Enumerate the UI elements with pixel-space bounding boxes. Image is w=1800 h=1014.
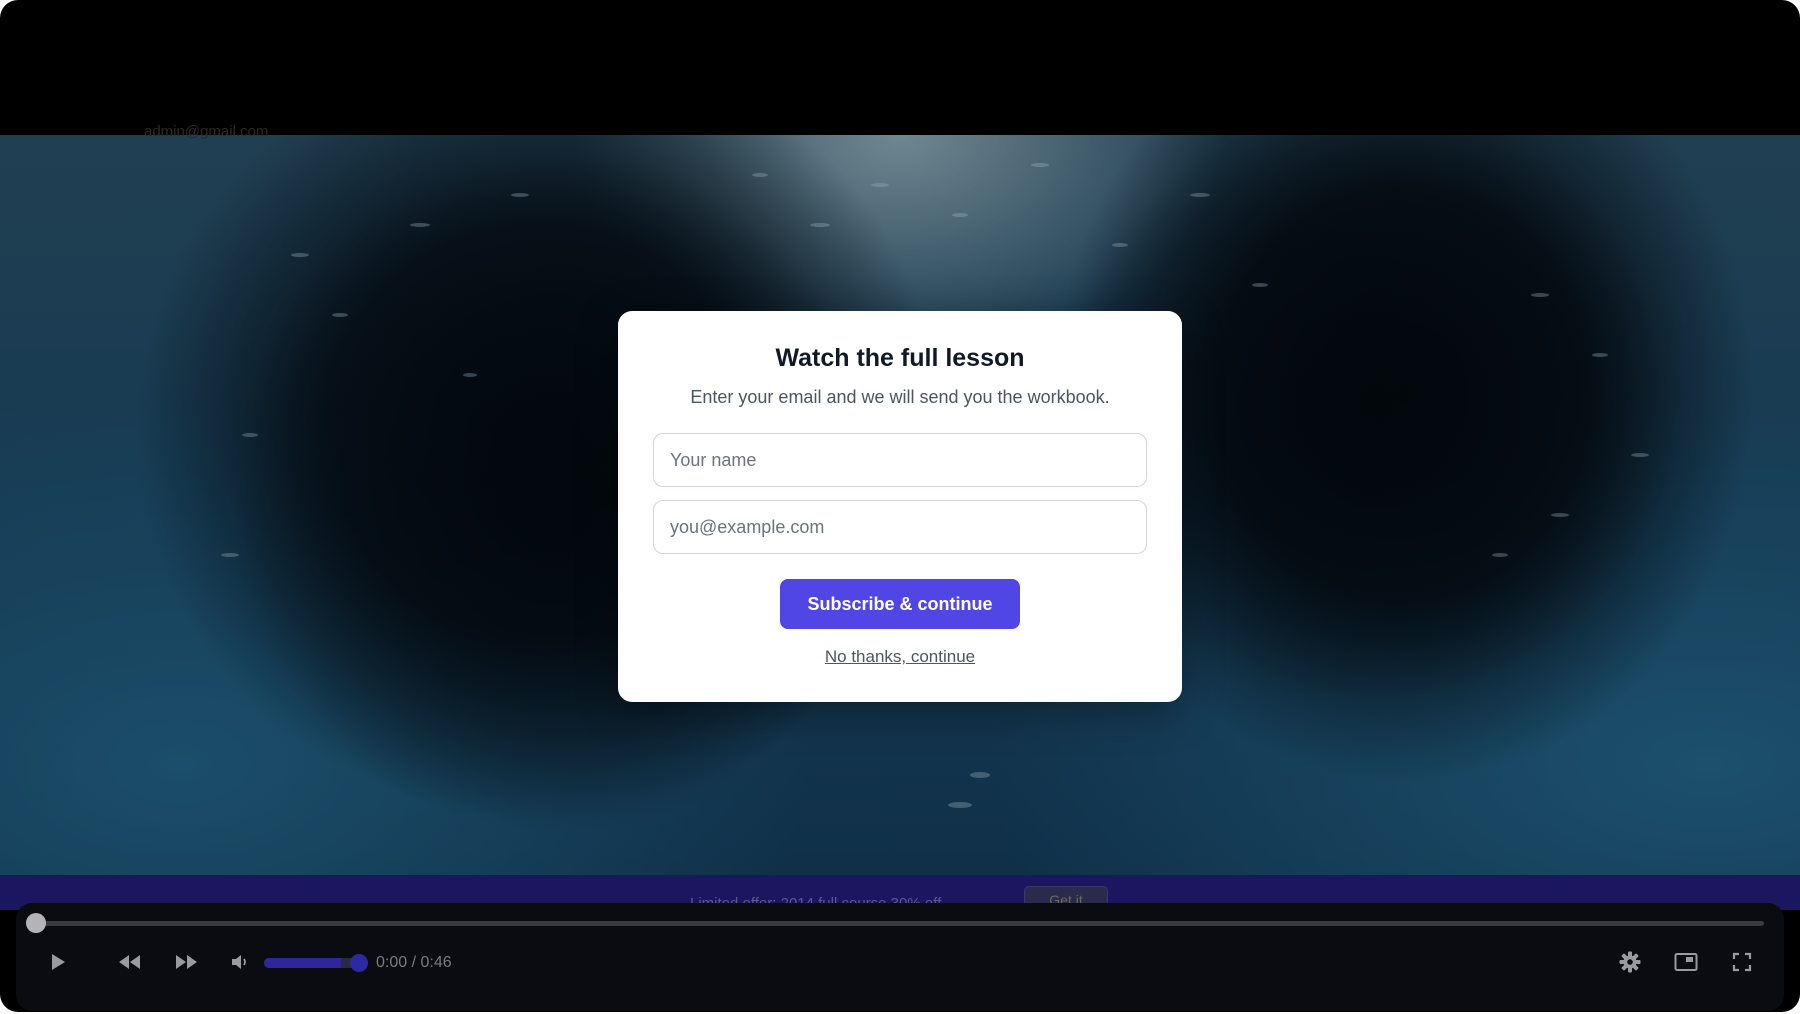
gear-icon	[1619, 951, 1641, 978]
modal-subtitle: Enter your email and we will send you th…	[690, 387, 1110, 407]
volume-fill	[264, 958, 341, 968]
video-player: admin@gmail.com Get it 0:00 / 0:46 Watch…	[0, 0, 1800, 1012]
user-email: admin@gmail.com	[144, 123, 269, 140]
fullscreen-button[interactable]	[1724, 946, 1760, 982]
no-thanks-link[interactable]: No thanks, continue	[825, 647, 975, 667]
time-display: 0:00 / 0:46	[376, 954, 452, 971]
progress-thumb[interactable]	[26, 913, 46, 933]
fast-forward-button[interactable]	[168, 946, 204, 982]
modal-title: Watch the full lesson	[775, 344, 1025, 372]
name-input[interactable]	[653, 433, 1147, 487]
play-button[interactable]	[40, 946, 76, 982]
email-input[interactable]	[653, 500, 1147, 554]
progress-bar[interactable]	[34, 921, 1764, 926]
volume-button[interactable]	[222, 946, 258, 982]
settings-button[interactable]	[1612, 946, 1648, 982]
miniplayer-button[interactable]	[1668, 946, 1704, 982]
rewind-icon	[118, 953, 142, 976]
subscribe-button[interactable]: Subscribe & continue	[780, 579, 1020, 629]
fast-forward-icon	[174, 953, 198, 976]
volume-thumb[interactable]	[350, 954, 368, 972]
volume-icon	[230, 953, 250, 976]
volume-slider[interactable]	[264, 958, 360, 968]
subscribe-modal: Watch the full lesson Enter your email a…	[618, 311, 1182, 702]
player-controls: 0:00 / 0:46	[16, 903, 1784, 1011]
miniplayer-icon	[1674, 952, 1698, 977]
fullscreen-icon	[1732, 952, 1752, 977]
play-icon	[49, 952, 67, 977]
rewind-button[interactable]	[112, 946, 148, 982]
